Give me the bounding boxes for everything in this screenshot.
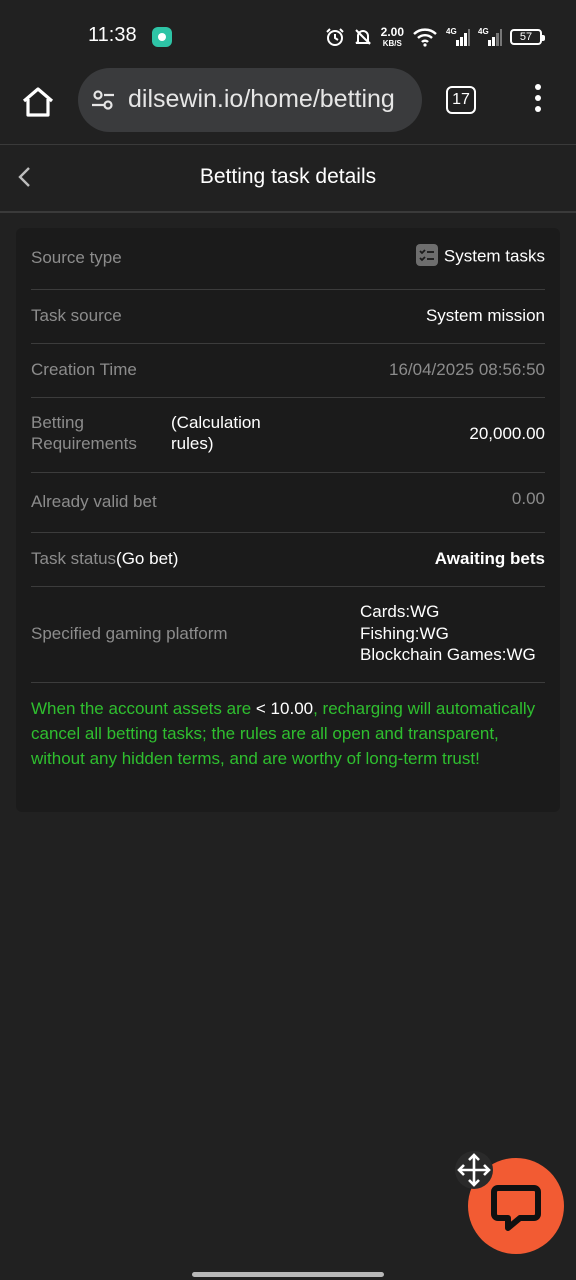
tab-switcher-button[interactable]: 17 (446, 86, 476, 114)
creation-time-value: 16/04/2025 08:56:50 (389, 360, 545, 379)
page-title: Betting task details (199, 165, 377, 188)
valid-bet-label: Already valid bet (31, 492, 157, 511)
betting-requirements-label-line2: Requirements (31, 434, 137, 453)
betting-requirements-label: Betting Requirements (31, 412, 137, 454)
network-speed-value: 2.00 (380, 25, 404, 39)
wifi-icon (413, 28, 437, 47)
calculation-rules-line1: (Calculation (171, 413, 261, 432)
platform-list: Cards:WG Fishing:WG Blockchain Games:WG (360, 601, 536, 666)
row-task-source: Task source System mission (31, 290, 545, 344)
url-text[interactable]: dilsewin.io/home/betting (128, 85, 395, 114)
creation-time-label: Creation Time (31, 360, 137, 379)
row-betting-requirements: Betting Requirements (Calculation rules)… (31, 398, 545, 473)
network-speed-unit: KB/S (382, 39, 402, 48)
source-type-value-wrap: System tasks (415, 244, 545, 268)
drag-move-icon[interactable] (454, 1150, 494, 1190)
platform-item: Blockchain Games:WG (360, 645, 536, 664)
row-task-status: Task status(Go bet) Awaiting bets (31, 533, 545, 587)
address-bar[interactable]: dilsewin.io/home/betting (78, 68, 422, 132)
source-type-label: Source type (31, 248, 122, 267)
row-valid-bet: Already valid bet 0.00 (31, 473, 545, 533)
calculation-rules-line2: rules) (171, 434, 214, 453)
gesture-bar[interactable] (192, 1272, 384, 1277)
task-status-label: Task status (31, 549, 117, 568)
calculation-rules-link[interactable]: (Calculation rules) (171, 412, 261, 454)
more-menu-icon[interactable] (530, 84, 546, 116)
bell-off-icon (354, 29, 371, 45)
header-divider (0, 211, 576, 213)
platform-item: Fishing:WG (360, 623, 449, 643)
row-gaming-platform: Specified gaming platform Cards:WG Fishi… (31, 587, 545, 683)
betting-requirements-value: 20,000.00 (469, 424, 545, 443)
task-status-label-wrap: Task status(Go bet) (31, 549, 178, 569)
signal-2: 4G (478, 27, 502, 47)
task-list-icon (415, 244, 438, 266)
row-source-type: Source type System tasks (31, 228, 545, 290)
row-creation-time: Creation Time 16/04/2025 08:56:50 (31, 344, 545, 398)
notice-part1: When the account assets are (31, 699, 256, 718)
platform-item: Cards:WG (360, 602, 440, 621)
site-settings-icon[interactable] (90, 87, 116, 113)
network-speed: 2.00 KB/S (380, 25, 404, 49)
page-header: Betting task details (0, 145, 576, 211)
valid-bet-value: 0.00 (511, 489, 545, 508)
recharge-notice: When the account assets are < 10.00, rec… (31, 696, 545, 771)
alarm-icon (325, 28, 344, 46)
home-icon[interactable] (18, 82, 58, 122)
go-bet-link[interactable]: (Go bet) (116, 549, 178, 568)
status-icons: 2.00 KB/S 4G 4G 57 (325, 24, 545, 50)
battery-icon: 57 (510, 29, 545, 45)
source-type-value: System tasks (443, 246, 545, 266)
status-bar: 11:38 2.00 KB/S 4G 4G 57 (0, 0, 576, 70)
app-notification-icon (152, 27, 172, 47)
browser-toolbar: dilsewin.io/home/betting 17 (0, 66, 576, 144)
betting-requirements-label-line1: Betting (31, 413, 84, 432)
signal-bars-1-icon (456, 29, 470, 46)
signal-1: 4G (446, 27, 470, 47)
status-time: 11:38 (88, 24, 137, 46)
task-details-card: Source type System tasks Task source Sys… (16, 228, 560, 812)
notice-threshold: < 10.00 (255, 699, 314, 718)
task-source-label: Task source (31, 306, 122, 325)
task-source-value: System mission (425, 306, 545, 325)
signal-bars-2-icon (488, 29, 502, 46)
task-status-value: Awaiting bets (434, 549, 545, 568)
platform-label: Specified gaming platform (31, 624, 228, 643)
